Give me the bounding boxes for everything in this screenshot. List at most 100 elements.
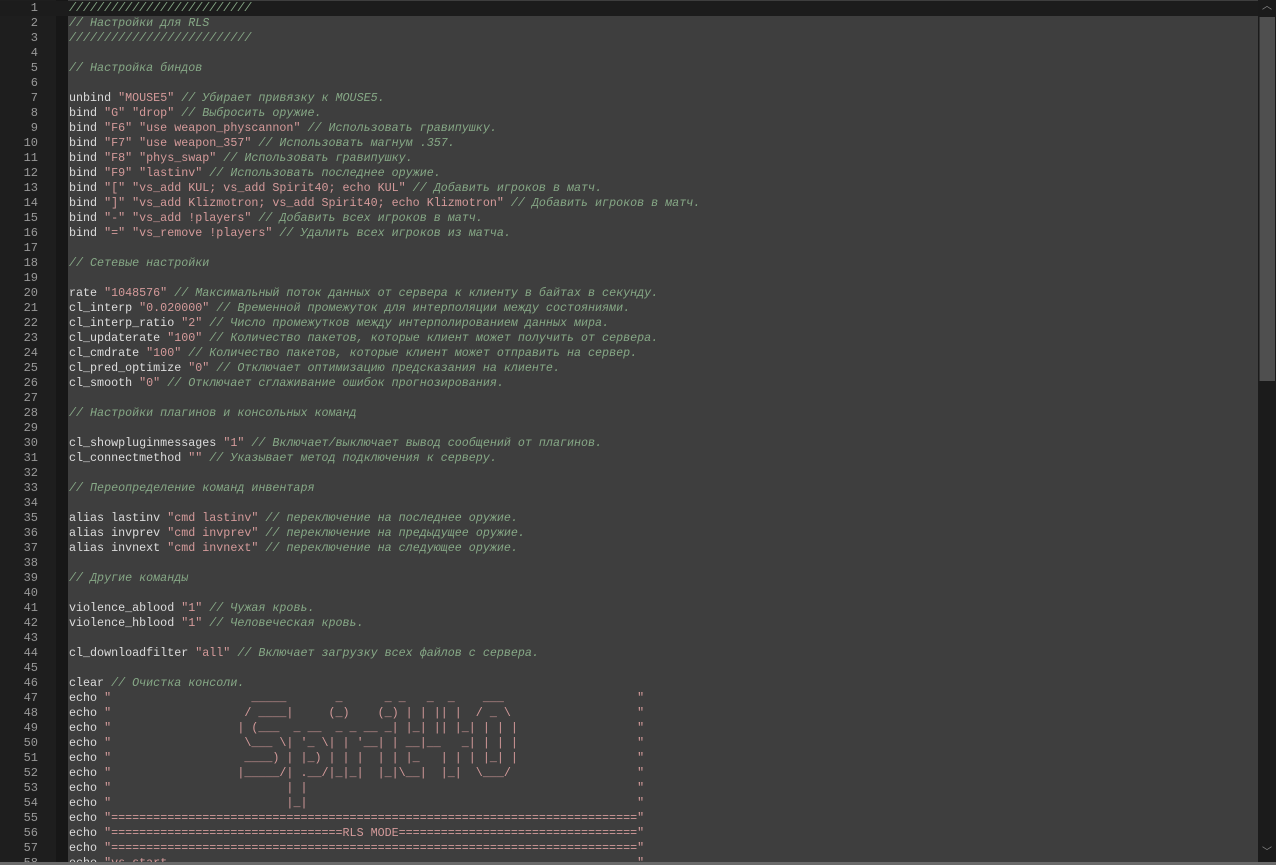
- comment: // Настройки плагинов и консольных коман…: [69, 406, 357, 420]
- code-line[interactable]: 54 echo " |_| ": [0, 796, 1258, 811]
- echo-string: | |: [111, 781, 308, 795]
- code-line[interactable]: 44 cl_downloadfilter "all" // Включает за…: [0, 646, 1258, 661]
- code-line[interactable]: 46 clear // Очистка консоли.: [0, 676, 1258, 691]
- code-line[interactable]: 52 echo " |_____/| .__/|_|_| |_|\__| |_| …: [0, 766, 1258, 781]
- string-literal: "2": [181, 316, 203, 330]
- string-quote: ": [637, 691, 645, 705]
- code-line[interactable]: 48 echo " / ____| (_) (_) | | || | / _ \ …: [0, 706, 1258, 721]
- line-text: bind "F8" "phys_swap" // Использовать гр…: [69, 151, 413, 166]
- command: echo: [69, 811, 105, 825]
- code-line[interactable]: 2 // Настройки для RLS: [0, 16, 1258, 31]
- code-line[interactable]: 24 cl_cmdrate "100" // Количество пакетов…: [0, 346, 1258, 361]
- line-text: alias lastinv "cmd lastinv" // переключе…: [69, 511, 518, 526]
- command: cl_pred_optimize: [69, 361, 189, 375]
- code-line[interactable]: 43: [0, 631, 1258, 646]
- scrollbar-thumb[interactable]: [1259, 17, 1275, 382]
- code-line[interactable]: 40: [0, 586, 1258, 601]
- line-number: 39: [23, 571, 38, 585]
- string-literal: "cmd invnext": [167, 541, 259, 555]
- line-number: 3: [30, 31, 38, 45]
- string-literal: "0": [188, 361, 210, 375]
- code-line[interactable]: 30 cl_showpluginmessages "1" // Включает/…: [0, 436, 1258, 451]
- code-line[interactable]: 49 echo " | (___ _ __ _ _ __ _| |_| || |_…: [0, 721, 1258, 736]
- code-line[interactable]: 39 // Другие команды: [0, 571, 1258, 586]
- code-area[interactable]: 1 ////////////////////////// 2 // Настройки…: [0, 1, 1258, 862]
- code-line[interactable]: 14 bind "]" "vs_add Klizmotron; vs_add Sp…: [0, 196, 1258, 211]
- code-line[interactable]: 15 bind "-" "vs_add !players" // Добавить…: [0, 211, 1258, 226]
- code-line[interactable]: 17: [0, 241, 1258, 256]
- code-editor[interactable]: 1 ////////////////////////// 2 // Настройки…: [0, 0, 1258, 862]
- code-line[interactable]: 8 bind "G" "drop" // Выбросить оружие.: [0, 106, 1258, 121]
- echo-string: |_____/| .__/|_|_| |_|\__| |_| \___/: [111, 766, 518, 780]
- echo-string: | (___ _ __ _ _ __ _| |_| || |_| | | |: [111, 721, 518, 735]
- comment: // Добавить игроков в матч.: [503, 196, 701, 210]
- vertical-scrollbar[interactable]: ︿ ﹀: [1258, 0, 1276, 862]
- code-line[interactable]: 41 violence_ablood "1" // Чужая кровь.: [0, 601, 1258, 616]
- code-line[interactable]: 19: [0, 271, 1258, 286]
- code-line[interactable]: 37 alias invnext "cmd invnext" // переклю…: [0, 541, 1258, 556]
- code-line[interactable]: 38: [0, 556, 1258, 571]
- code-line[interactable]: 13 bind "[" "vs_add KUL; vs_add Spirit40;…: [0, 181, 1258, 196]
- code-line[interactable]: 6: [0, 76, 1258, 91]
- command: violence_ablood: [69, 601, 182, 615]
- code-line[interactable]: 31 cl_connectmethod "" // Указывает метод…: [0, 451, 1258, 466]
- code-line[interactable]: 22 cl_interp_ratio "2" // Число промежутк…: [0, 316, 1258, 331]
- line-text: bind "]" "vs_add Klizmotron; vs_add Spir…: [69, 196, 700, 211]
- comment: // Сетевые настройки: [69, 256, 210, 270]
- code-line[interactable]: 45: [0, 661, 1258, 676]
- code-line[interactable]: 28 // Настройки плагинов и консольных ком…: [0, 406, 1258, 421]
- code-line[interactable]: 10 bind "F7" "use weapon_357" // Использо…: [0, 136, 1258, 151]
- string-literal: "F6" "use weapon_physcannon": [104, 121, 301, 135]
- code-line[interactable]: 12 bind "F9" "lastinv" // Использовать по…: [0, 166, 1258, 181]
- line-number: 23: [23, 331, 38, 345]
- command: alias lastinv: [69, 511, 168, 525]
- line-text: cl_downloadfilter "all" // Включает загр…: [69, 646, 539, 661]
- code-line[interactable]: 18 // Сетевые настройки: [0, 256, 1258, 271]
- code-line[interactable]: 7 unbind "MOUSE5" // Убирает привязку к M…: [0, 91, 1258, 106]
- code-line[interactable]: 20 rate "1048576" // Максимальный поток д…: [0, 286, 1258, 301]
- code-line[interactable]: 36 alias invprev "cmd invprev" // переклю…: [0, 526, 1258, 541]
- code-line[interactable]: 50 echo " \___ \| '_ \| | '__| | __|__ _|…: [0, 736, 1258, 751]
- code-line[interactable]: 16 bind "=" "vs_remove !players" // Удали…: [0, 226, 1258, 241]
- string-literal: "cmd invprev": [167, 526, 259, 540]
- line-text: cl_updaterate "100" // Количество пакето…: [69, 331, 658, 346]
- code-line[interactable]: 26 cl_smooth "0" // Отключает сглаживание…: [0, 376, 1258, 391]
- code-line[interactable]: 47 echo " _____ _ _ _ _ _ ___ ": [0, 691, 1258, 706]
- code-line[interactable]: 51 echo " ____) | |_) | | | | | |_ | | | …: [0, 751, 1258, 766]
- code-line[interactable]: 4: [0, 46, 1258, 61]
- chevron-up-icon[interactable]: ︿: [1258, 0, 1276, 16]
- code-line[interactable]: 35 alias lastinv "cmd lastinv" // переклю…: [0, 511, 1258, 526]
- string-literal: "-" "vs_add !players": [104, 211, 252, 225]
- line-text: echo " / ____| (_) (_) | | || | / _ \ ": [69, 706, 644, 721]
- line-number: 9: [30, 121, 38, 135]
- code-line[interactable]: 56 echo "================================…: [0, 826, 1258, 841]
- line-text: echo "==================================…: [69, 841, 644, 856]
- string-quote: ": [104, 736, 112, 750]
- code-line[interactable]: 9 bind "F6" "use weapon_physcannon" // Ис…: [0, 121, 1258, 136]
- command: echo: [69, 781, 105, 795]
- code-line[interactable]: 23 cl_updaterate "100" // Количество паке…: [0, 331, 1258, 346]
- line-text: unbind "MOUSE5" // Убирает привязку к MO…: [69, 91, 385, 106]
- code-line[interactable]: 3 //////////////////////////: [0, 31, 1258, 46]
- code-line[interactable]: 11 bind "F8" "phys_swap" // Использовать …: [0, 151, 1258, 166]
- code-line[interactable]: 25 cl_pred_optimize "0" // Отключает опти…: [0, 361, 1258, 376]
- code-line[interactable]: 5 // Настройка биндов: [0, 61, 1258, 76]
- line-text: cl_interp_ratio "2" // Число промежутков…: [69, 316, 609, 331]
- code-line[interactable]: 27: [0, 391, 1258, 406]
- code-line[interactable]: 33 // Переопределение команд инвентаря: [0, 481, 1258, 496]
- code-line[interactable]: 32: [0, 466, 1258, 481]
- line-text: // Переопределение команд инвентаря: [69, 481, 314, 496]
- string-literal: "1048576": [104, 286, 168, 300]
- code-line[interactable]: 57 echo "================================…: [0, 841, 1258, 856]
- code-line[interactable]: 42 violence_hblood "1" // Человеческая кр…: [0, 616, 1258, 631]
- code-line[interactable]: 21 cl_interp "0.020000" // Временной пром…: [0, 301, 1258, 316]
- code-line[interactable]: 1 //////////////////////////: [0, 1, 1258, 16]
- chevron-down-icon[interactable]: ﹀: [1258, 846, 1276, 862]
- line-text: echo " | (___ _ __ _ _ __ _| |_| || |_| …: [69, 721, 644, 736]
- code-line[interactable]: 29: [0, 421, 1258, 436]
- code-line[interactable]: 34: [0, 496, 1258, 511]
- command: bind: [69, 166, 105, 180]
- code-line[interactable]: 55 echo "================================…: [0, 811, 1258, 826]
- string-literal: "1": [181, 616, 203, 630]
- code-line[interactable]: 53 echo " | | ": [0, 781, 1258, 796]
